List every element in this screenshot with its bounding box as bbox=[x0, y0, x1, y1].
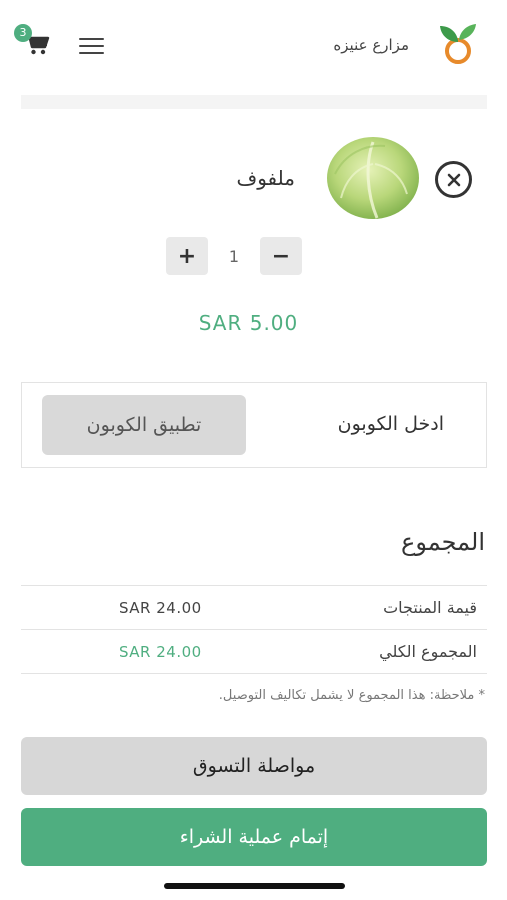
continue-shopping-button[interactable]: مواصلة التسوق bbox=[21, 737, 487, 795]
total-row: المجموع الكلي SAR 24.00 bbox=[21, 629, 487, 673]
product-name: ملفوف bbox=[236, 166, 295, 190]
remove-item-button[interactable] bbox=[435, 161, 472, 198]
cart-button[interactable]: 3 bbox=[14, 24, 54, 64]
cabbage-image bbox=[327, 137, 419, 219]
total-label: المجموع الكلي bbox=[379, 642, 477, 661]
subtotal-row: قيمة المنتجات SAR 24.00 bbox=[21, 585, 487, 629]
totals-title: المجموع bbox=[401, 528, 485, 556]
table-divider bbox=[21, 673, 487, 674]
total-value: SAR 24.00 bbox=[119, 643, 202, 661]
home-indicator bbox=[164, 883, 345, 889]
delivery-note: * ملاحظة: هذا المجموع لا يشمل تكاليف الت… bbox=[218, 688, 485, 703]
subtotal-value: SAR 24.00 bbox=[119, 599, 202, 617]
checkout-button[interactable]: إتمام عملية الشراء bbox=[21, 808, 487, 866]
coupon-input[interactable]: ادخل الكوبون bbox=[338, 413, 444, 435]
quantity-stepper: + 1 − bbox=[166, 237, 302, 275]
coupon-box: تطبيق الكوبون ادخل الكوبون bbox=[21, 382, 487, 468]
decrease-quantity-button[interactable]: − bbox=[260, 237, 302, 275]
logo-icon bbox=[440, 24, 476, 64]
quantity-value: 1 bbox=[228, 246, 240, 266]
close-icon bbox=[447, 173, 460, 186]
increase-quantity-button[interactable]: + bbox=[166, 237, 208, 275]
item-price: SAR 5.00 bbox=[198, 311, 299, 335]
subtotal-label: قيمة المنتجات bbox=[383, 598, 477, 617]
app-header: 3 مزارع عنيزه bbox=[0, 0, 507, 92]
cart-count-badge: 3 bbox=[14, 24, 32, 42]
menu-icon bbox=[79, 38, 104, 40]
apply-coupon-button[interactable]: تطبيق الكوبون bbox=[42, 395, 246, 455]
divider-strip bbox=[21, 95, 487, 109]
menu-button[interactable] bbox=[79, 38, 104, 56]
brand-name: مزارع عنيزه bbox=[333, 36, 409, 54]
